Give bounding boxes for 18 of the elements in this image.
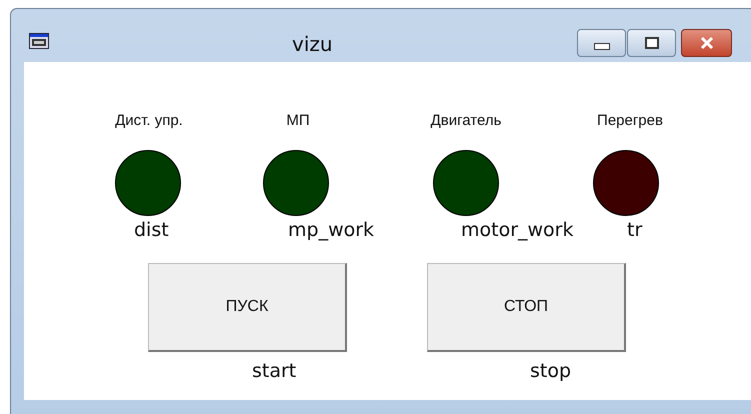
minimize-button[interactable] [577,29,626,57]
indicator-label: Двигатель [430,112,502,129]
close-button[interactable] [681,29,732,57]
indicator-label: Дист. упр. [115,112,183,129]
command-button[interactable]: СТОП [427,263,626,352]
command-button[interactable]: ПУСК [148,263,347,352]
window-title: vizu [292,32,333,56]
indicator-label: Перегрев [597,112,663,129]
close-icon [698,36,714,50]
tag-label: start [252,360,296,382]
tag-label: motor_work [461,219,574,241]
tag-label: tr [627,219,642,241]
maximize-button[interactable] [627,29,676,57]
app-icon [29,33,49,49]
tag-label: stop [530,360,572,382]
tag-label: mp_work [288,219,374,241]
tag-label: dist [134,219,169,241]
indicator-label: МП [286,112,310,129]
